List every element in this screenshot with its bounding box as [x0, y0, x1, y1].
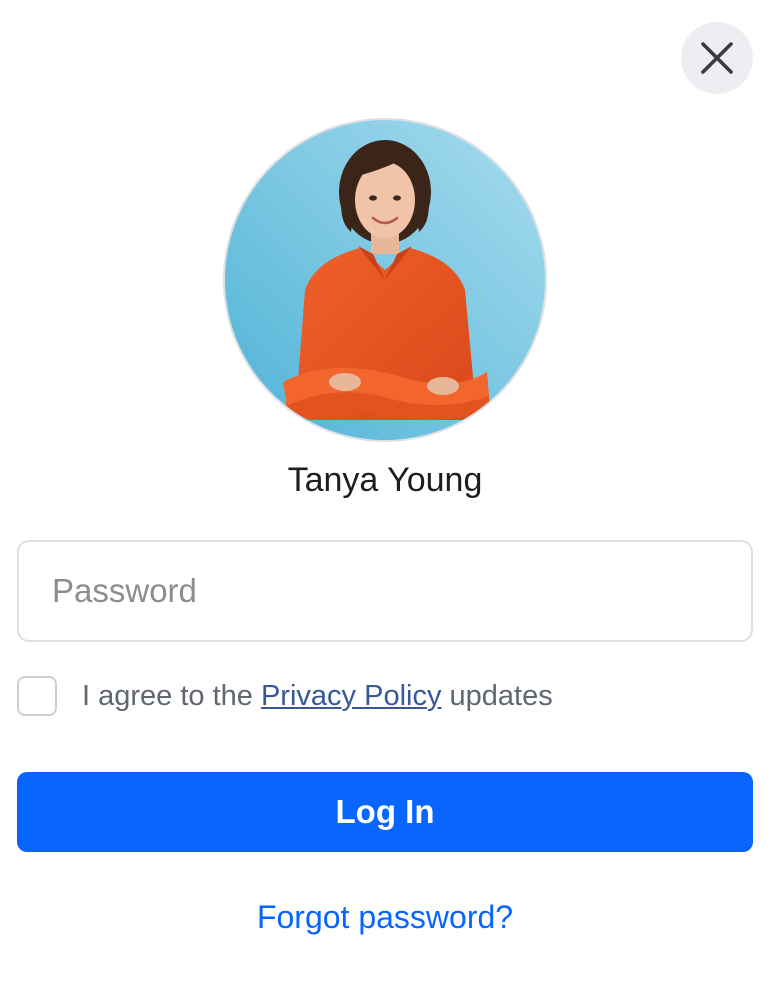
privacy-agreement: I agree to the Privacy Policy updates [17, 676, 553, 716]
forgot-password-link[interactable]: Forgot password? [0, 896, 770, 938]
agree-checkbox[interactable] [17, 676, 57, 716]
profile-name: Tanya Young [287, 461, 483, 499]
close-button[interactable] [681, 22, 753, 94]
agree-suffix: updates [441, 679, 553, 712]
profile-photo [225, 120, 545, 440]
agree-label: I agree to the Privacy Policy updates [82, 680, 553, 713]
login-dialog: Tanya Young I agree to the Privacy Polic… [0, 0, 770, 988]
password-field[interactable] [17, 540, 753, 642]
privacy-policy-link[interactable]: Privacy Policy [261, 680, 442, 712]
close-icon [701, 42, 733, 74]
avatar [223, 118, 547, 442]
agree-prefix: I agree to the [82, 679, 261, 712]
login-button[interactable]: Log In [17, 772, 753, 852]
password-input[interactable] [19, 542, 751, 640]
